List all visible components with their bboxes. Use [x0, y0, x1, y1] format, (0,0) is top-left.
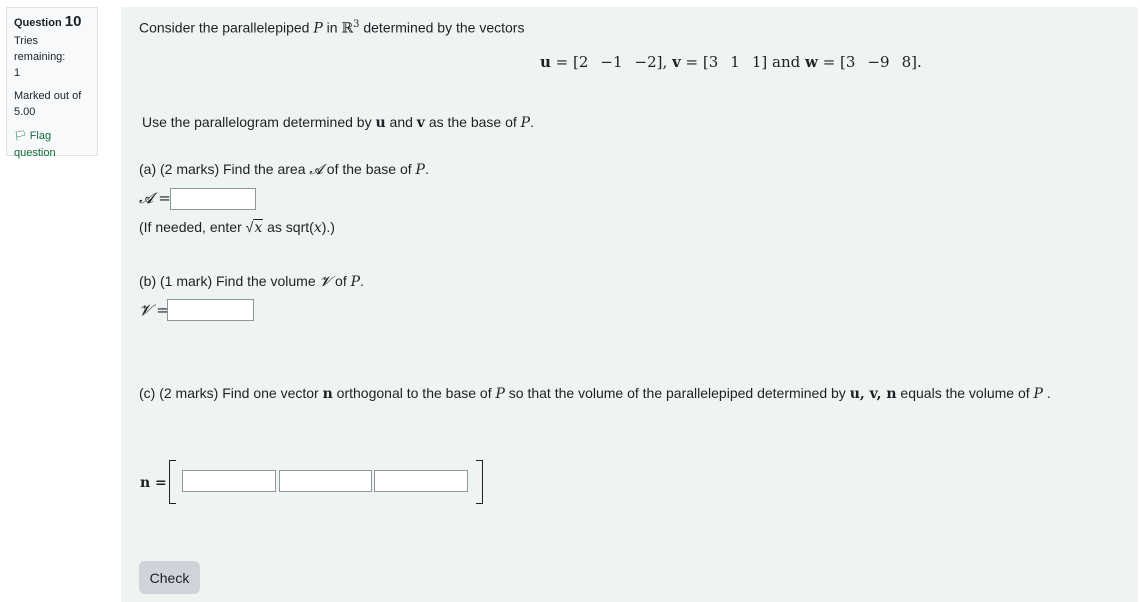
intro-t1: Consider the parallelepiped: [139, 19, 314, 36]
base-t4: .: [530, 114, 534, 130]
marked-label: Marked out of: [14, 90, 82, 102]
flag-icon: 🏳︎: [14, 131, 27, 142]
part-a-t1: (a) (2 marks) Find the area: [139, 161, 310, 177]
volume-label: 𝓥 =: [139, 301, 169, 319]
area-label: 𝓐 =: [139, 189, 171, 207]
base-v: v: [416, 115, 425, 131]
volume-input[interactable]: [167, 299, 254, 321]
tries-value: 1: [14, 67, 21, 79]
intro-text: Consider the parallelepiped P in ℝ3 dete…: [139, 19, 524, 37]
flag-question-link[interactable]: 🏳︎ Flag question: [14, 128, 90, 161]
part-a-t3: .: [424, 161, 429, 177]
intro-R: ℝ: [341, 20, 354, 37]
question-number: Question 10: [14, 14, 90, 31]
hint-t1: (If needed, enter: [139, 219, 246, 235]
hint-t2: as sqrt(: [263, 219, 314, 235]
intro-P: P: [313, 20, 323, 37]
hint-t3: ).): [321, 219, 335, 235]
part-c-P: P: [495, 386, 505, 402]
part-c-t3: so that the volume of the parallelepiped…: [504, 385, 850, 401]
hint-x: x: [253, 219, 264, 236]
u-val-2: −1: [600, 53, 623, 71]
w-val-1: 3: [845, 53, 856, 71]
vector-u-name: u: [540, 53, 551, 71]
u-val-1: 2: [578, 53, 589, 71]
base-u: u: [375, 115, 386, 131]
check-button[interactable]: Check: [139, 561, 200, 594]
question-number-value: 10: [64, 13, 82, 30]
part-b-t3: .: [360, 273, 364, 289]
v-val-2: 1: [730, 53, 740, 71]
part-b-V: 𝓥: [319, 274, 332, 290]
part-b-t2: of: [331, 273, 351, 289]
area-input[interactable]: [170, 188, 256, 210]
part-c-t5: .: [1042, 385, 1051, 401]
vector-w-name: w: [805, 53, 818, 71]
part-c-t2: orthogonal to the base of: [332, 385, 496, 401]
part-a-P: P: [415, 162, 425, 178]
w-val-3: 8: [901, 53, 912, 71]
part-c-P2: P: [1033, 386, 1043, 402]
base-t1: Use the parallelogram determined by: [142, 114, 376, 130]
v-val-1: 3: [708, 53, 719, 71]
n-component-2-input[interactable]: [279, 470, 372, 492]
part-a-prompt: (a) (2 marks) Find the area 𝓐 of the bas…: [139, 161, 429, 178]
part-c-prompt: (c) (2 marks) Find one vector n orthogon…: [139, 385, 1051, 402]
vector-v-name: v: [672, 53, 681, 71]
question-info-panel: Question 10 Tries remaining: 1 Marked ou…: [6, 7, 98, 159]
part-b-P: P: [350, 274, 361, 290]
n-component-1-input[interactable]: [182, 470, 276, 492]
part-a-t2: of the base of: [322, 161, 416, 177]
intro-t2: in: [322, 19, 342, 36]
vector-n-label: n =: [140, 475, 167, 491]
vector-definitions: u = [2 −1 −2], v = [3 1 1] and w = [3 −9 8].: [540, 53, 922, 71]
v-val-3: 1: [751, 53, 762, 71]
left-bracket: [169, 460, 176, 504]
question-content: Consider the parallelepiped P in ℝ 3 dete…: [121, 7, 1138, 602]
part-c-uvn: u, v, n: [849, 386, 897, 402]
base-t3: as the base of: [424, 114, 521, 130]
part-a-A: 𝓐: [309, 162, 323, 178]
part-b-t1: (b) (1 mark) Find the volume: [139, 273, 320, 289]
base-t2: and: [385, 114, 417, 130]
marked-value: 5.00: [14, 106, 36, 118]
base-P: P: [520, 115, 531, 131]
and-word: and: [772, 53, 801, 71]
part-c-n: n: [322, 386, 333, 402]
base-instruction: Use the parallelogram determined by u an…: [142, 114, 534, 131]
part-c-t1: (c) (2 marks) Find one vector: [139, 385, 323, 401]
u-val-3: −2: [634, 53, 657, 71]
intro-t3: determined by the vectors: [359, 19, 525, 36]
sqrt-hint: (If needed, enter √x as sqrt(x).): [139, 219, 335, 236]
sqrt-symbol: √x: [245, 219, 264, 236]
part-c-t4: equals the volume of: [896, 385, 1034, 401]
right-bracket: [476, 460, 483, 504]
w-val-2: −9: [867, 53, 890, 71]
question-prefix: Question: [14, 17, 62, 29]
part-b-prompt: (b) (1 mark) Find the volume 𝓥 of P.: [139, 273, 364, 290]
tries-label: Tries remaining:: [14, 35, 66, 63]
n-component-3-input[interactable]: [374, 470, 468, 492]
hint-x2: x: [313, 220, 322, 236]
